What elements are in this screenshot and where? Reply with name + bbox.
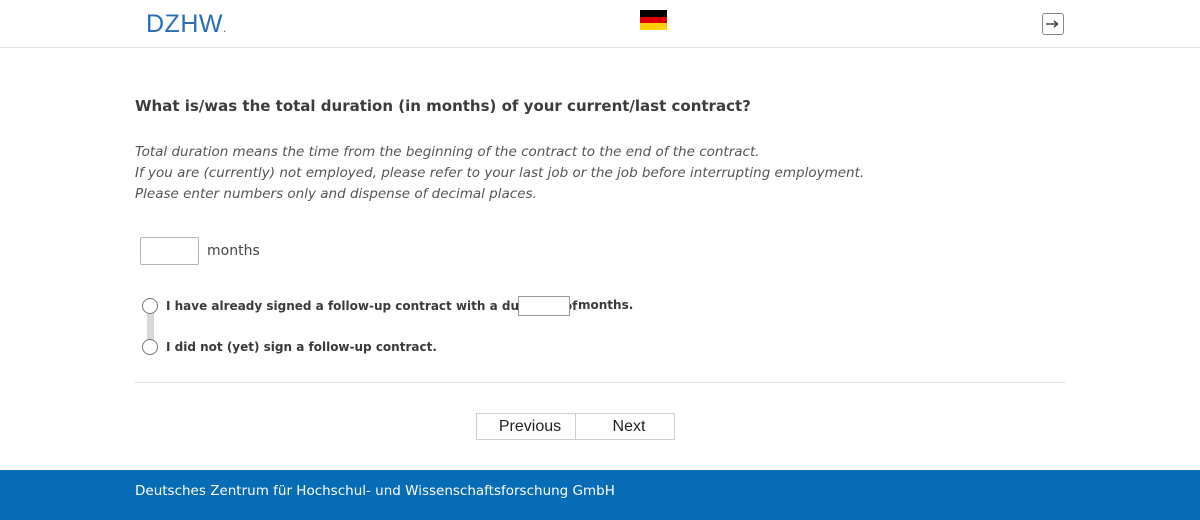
question-instructions: Total duration means the time from the b… (135, 142, 864, 205)
dzhw-logo: DZHW. (146, 10, 227, 39)
followup-signed-label[interactable]: I have already signed a follow-up contra… (166, 299, 577, 313)
logo-dot: . (222, 21, 227, 35)
footer-bar: Deutsches Zentrum für Hochschul- und Wis… (0, 470, 1200, 520)
flag-stripe-black (640, 10, 667, 17)
radio-connector (147, 312, 154, 340)
flag-stripe-red (640, 16, 667, 24)
followup-months-label: months. (578, 298, 634, 312)
previous-button[interactable]: Previous (476, 413, 576, 440)
footer-text: Deutsches Zentrum für Hochschul- und Wis… (135, 483, 615, 499)
logout-icon[interactable] (1042, 13, 1064, 35)
followup-duration-input[interactable] (518, 296, 570, 316)
followup-signed-radio[interactable] (142, 298, 158, 314)
instruction-line: If you are (currently) not employed, ple… (135, 165, 865, 181)
divider (135, 382, 1065, 383)
duration-months-input[interactable] (140, 237, 199, 265)
next-button[interactable]: Next (575, 413, 675, 440)
logout-arrow-icon (1046, 20, 1059, 28)
not-signed-label[interactable]: I did not (yet) sign a follow-up contrac… (166, 340, 437, 354)
flag-stripe-gold (640, 23, 667, 31)
instruction-line: Please enter numbers only and dispense o… (135, 186, 537, 202)
question-title: What is/was the total duration (in month… (135, 97, 751, 115)
instruction-line: Total duration means the time from the b… (135, 144, 760, 160)
logo-text: DZHW (146, 10, 223, 38)
months-unit-label: months (207, 243, 260, 259)
header-bar: DZHW. (0, 0, 1200, 48)
germany-flag-icon[interactable] (640, 10, 667, 31)
not-signed-radio[interactable] (142, 339, 158, 355)
